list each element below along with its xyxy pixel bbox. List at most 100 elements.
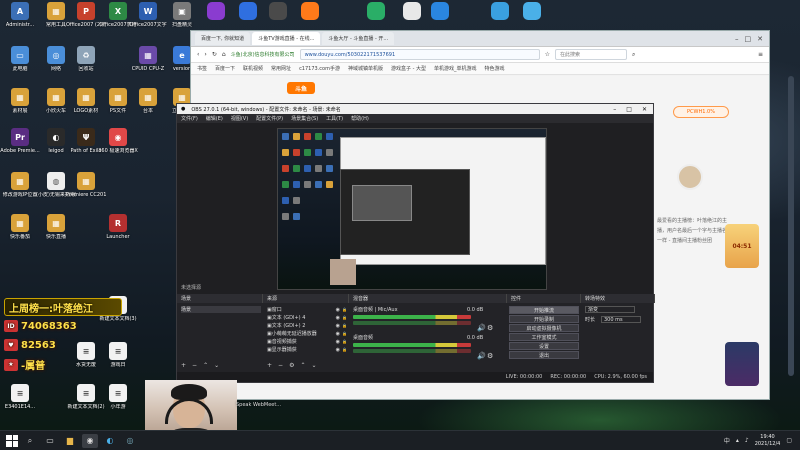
search-icon[interactable]: ⌕ — [22, 434, 38, 448]
bookmark-item[interactable]: 百度一下 — [215, 65, 235, 72]
obs-menu-item[interactable]: 工具(T) — [326, 115, 343, 122]
lock-icon[interactable]: 🔒 — [342, 323, 347, 328]
desktop-icon[interactable] — [290, 2, 330, 22]
source-item[interactable]: ▣ 文本 (GDI+) 2 ◉ 🔒 — [267, 322, 347, 330]
lang-indicator[interactable]: 中 — [724, 436, 730, 445]
clock[interactable]: 19:40 2021/12/4 — [755, 434, 781, 448]
eye-icon[interactable]: ◉ — [336, 307, 340, 313]
desktop-icon[interactable]: ▭ 此电脑 — [0, 46, 40, 72]
close-icon[interactable]: ✕ — [757, 35, 763, 43]
bookmark-item[interactable]: 联机视频 — [243, 65, 263, 72]
obs-menu-item[interactable]: 配置文件(P) — [256, 115, 283, 122]
search-icon[interactable]: ⌕ — [632, 51, 635, 59]
remove-icon[interactable]: − — [192, 362, 197, 369]
minimize-icon[interactable]: – — [613, 106, 616, 113]
eye-icon[interactable]: ◉ — [336, 331, 340, 337]
lock-icon[interactable]: 🔒 — [342, 307, 347, 312]
gear-icon[interactable]: ⚙ — [289, 362, 294, 369]
url-input[interactable]: www.douyu.com/503022171537691 — [299, 49, 540, 60]
sidebar-pill[interactable]: PCWH1.0% — [673, 106, 729, 118]
eye-icon[interactable]: ◉ — [336, 315, 340, 321]
obs-menu-item[interactable]: 文件(F) — [181, 115, 198, 122]
maximize-icon[interactable]: □ — [626, 106, 632, 113]
source-item[interactable]: ▣ 显示器捕获 ◉ 🔒 — [267, 346, 347, 354]
down-icon[interactable]: ⌄ — [311, 362, 316, 369]
bookmark-item[interactable]: 常用网址 — [271, 65, 291, 72]
desktop-icon[interactable]: ▦ 快乐直播 — [36, 214, 76, 240]
network-icon[interactable]: ▴ — [736, 437, 739, 444]
scene-item[interactable]: 场景 — [181, 306, 261, 313]
bookmark-item[interactable]: 单机游戏_单机游戏 — [434, 65, 477, 72]
obs-taskbar-icon[interactable]: ◉ — [82, 433, 98, 448]
desktop-icon[interactable]: Pr Adobe Premie... — [0, 128, 40, 154]
browser-tab[interactable]: 百度一下, 你就知道 — [195, 32, 251, 45]
up-icon[interactable]: ⌃ — [203, 362, 208, 369]
menu-icon[interactable]: ≡ — [758, 51, 763, 58]
source-item[interactable]: ▣ 音视频捕获 ◉ 🔒 — [267, 338, 347, 346]
speaker-icon[interactable]: 🔊 — [477, 352, 486, 360]
app-taskbar-icon[interactable]: ◎ — [122, 434, 138, 448]
obs-menu-item[interactable]: 编辑(E) — [206, 115, 223, 122]
obs-preview[interactable] — [277, 128, 547, 290]
source-item[interactable]: ▣ 窗口 ◉ 🔒 — [267, 306, 347, 314]
bookmark-item[interactable]: c17173.com手游 — [299, 65, 340, 72]
duration-input[interactable]: 300 ms — [601, 316, 641, 323]
desktop-icon[interactable]: ≡ E3401E14... — [0, 384, 40, 410]
obs-menu-item[interactable]: 场景集合(S) — [291, 115, 318, 122]
forward-icon[interactable]: › — [204, 51, 206, 58]
bookmark-item[interactable]: 游戏盒子 - 大型 — [391, 65, 426, 72]
gear-icon[interactable]: ⚙ — [487, 352, 493, 360]
desktop-icon[interactable]: ◉ 360 极速浏览器X — [98, 128, 138, 154]
desktop-icon[interactable] — [512, 2, 552, 22]
up-icon[interactable]: ⌃ — [300, 362, 305, 369]
desktop-icon[interactable]: ▦ Premiere CC2019 — [66, 172, 106, 198]
bookmark-item[interactable]: 特色游戏 — [485, 65, 505, 72]
remove-icon[interactable]: − — [278, 362, 283, 369]
notification-icon[interactable]: ▢ — [786, 437, 792, 444]
desktop-icon[interactable]: A Administr... — [0, 2, 40, 28]
transition-select[interactable]: 渐变 — [585, 306, 635, 313]
eye-icon[interactable]: ◉ — [336, 347, 340, 353]
desktop-icon[interactable]: ≡ 小年游 — [98, 384, 138, 410]
home-icon[interactable]: ⌂ — [222, 51, 226, 58]
obs-control-button[interactable]: 工作室模式 — [509, 333, 579, 341]
start-icon[interactable] — [6, 434, 18, 447]
browser-tab[interactable]: 斗鱼大厅 - 斗鱼直播 - 开... — [322, 32, 395, 45]
obs-control-button[interactable]: 设置 — [509, 342, 579, 350]
desktop-icon[interactable]: ▦ 修改游戏IP位置 — [0, 172, 40, 198]
task-view-icon[interactable]: ▭ — [42, 434, 58, 448]
file-explorer-icon[interactable]: ▆ — [62, 434, 78, 448]
eye-icon[interactable]: ◉ — [336, 323, 340, 329]
add-icon[interactable]: + — [267, 362, 272, 369]
volume-icon[interactable]: ♪ — [745, 437, 749, 444]
down-icon[interactable]: ⌄ — [214, 362, 219, 369]
sidebar-ad-2[interactable] — [725, 342, 759, 386]
browser-search-input[interactable]: 在此搜索 — [554, 49, 627, 60]
star-icon[interactable]: ☆ — [545, 51, 550, 58]
obs-control-button[interactable]: 开始推流 — [509, 306, 579, 314]
eye-icon[interactable]: ◉ — [336, 339, 340, 345]
bookmark-item[interactable]: 书签 — [197, 65, 207, 72]
desktop-icon[interactable]: ▦ 快乐番茄 — [0, 214, 40, 240]
desktop-icon[interactable]: ≡ 游戏日 — [98, 342, 138, 368]
lock-icon[interactable]: 🔒 — [342, 315, 347, 320]
gear-icon[interactable]: ⚙ — [487, 324, 493, 332]
browser-tab[interactable]: 斗鱼TV游戏直播 - 在线... — [252, 32, 321, 45]
source-item[interactable]: ▣ 文本 (GDI+) 4 ◉ 🔒 — [267, 314, 347, 322]
obs-control-button[interactable]: 启动虚拟摄像机 — [509, 324, 579, 332]
desktop-icon[interactable]: ♻ 回收站 — [66, 46, 106, 72]
close-icon[interactable]: ✕ — [642, 106, 647, 113]
add-icon[interactable]: + — [181, 362, 186, 369]
streamer-avatar[interactable] — [677, 164, 703, 190]
lock-icon[interactable]: 🔒 — [342, 331, 347, 336]
minimize-icon[interactable]: – — [735, 35, 739, 43]
obs-menu-item[interactable]: 帮助(H) — [351, 115, 369, 122]
desktop-icon[interactable]: R Launcher — [98, 214, 138, 240]
maximize-icon[interactable]: □ — [745, 35, 752, 43]
speaker-icon[interactable]: 🔊 — [477, 324, 486, 332]
reload-icon[interactable]: ↻ — [212, 51, 217, 58]
obs-control-button[interactable]: 开始录制 — [509, 315, 579, 323]
obs-menu-item[interactable]: 视图(V) — [231, 115, 248, 122]
desktop-icon[interactable] — [356, 2, 396, 22]
sidebar-ad[interactable]: 04:51 — [725, 224, 759, 268]
